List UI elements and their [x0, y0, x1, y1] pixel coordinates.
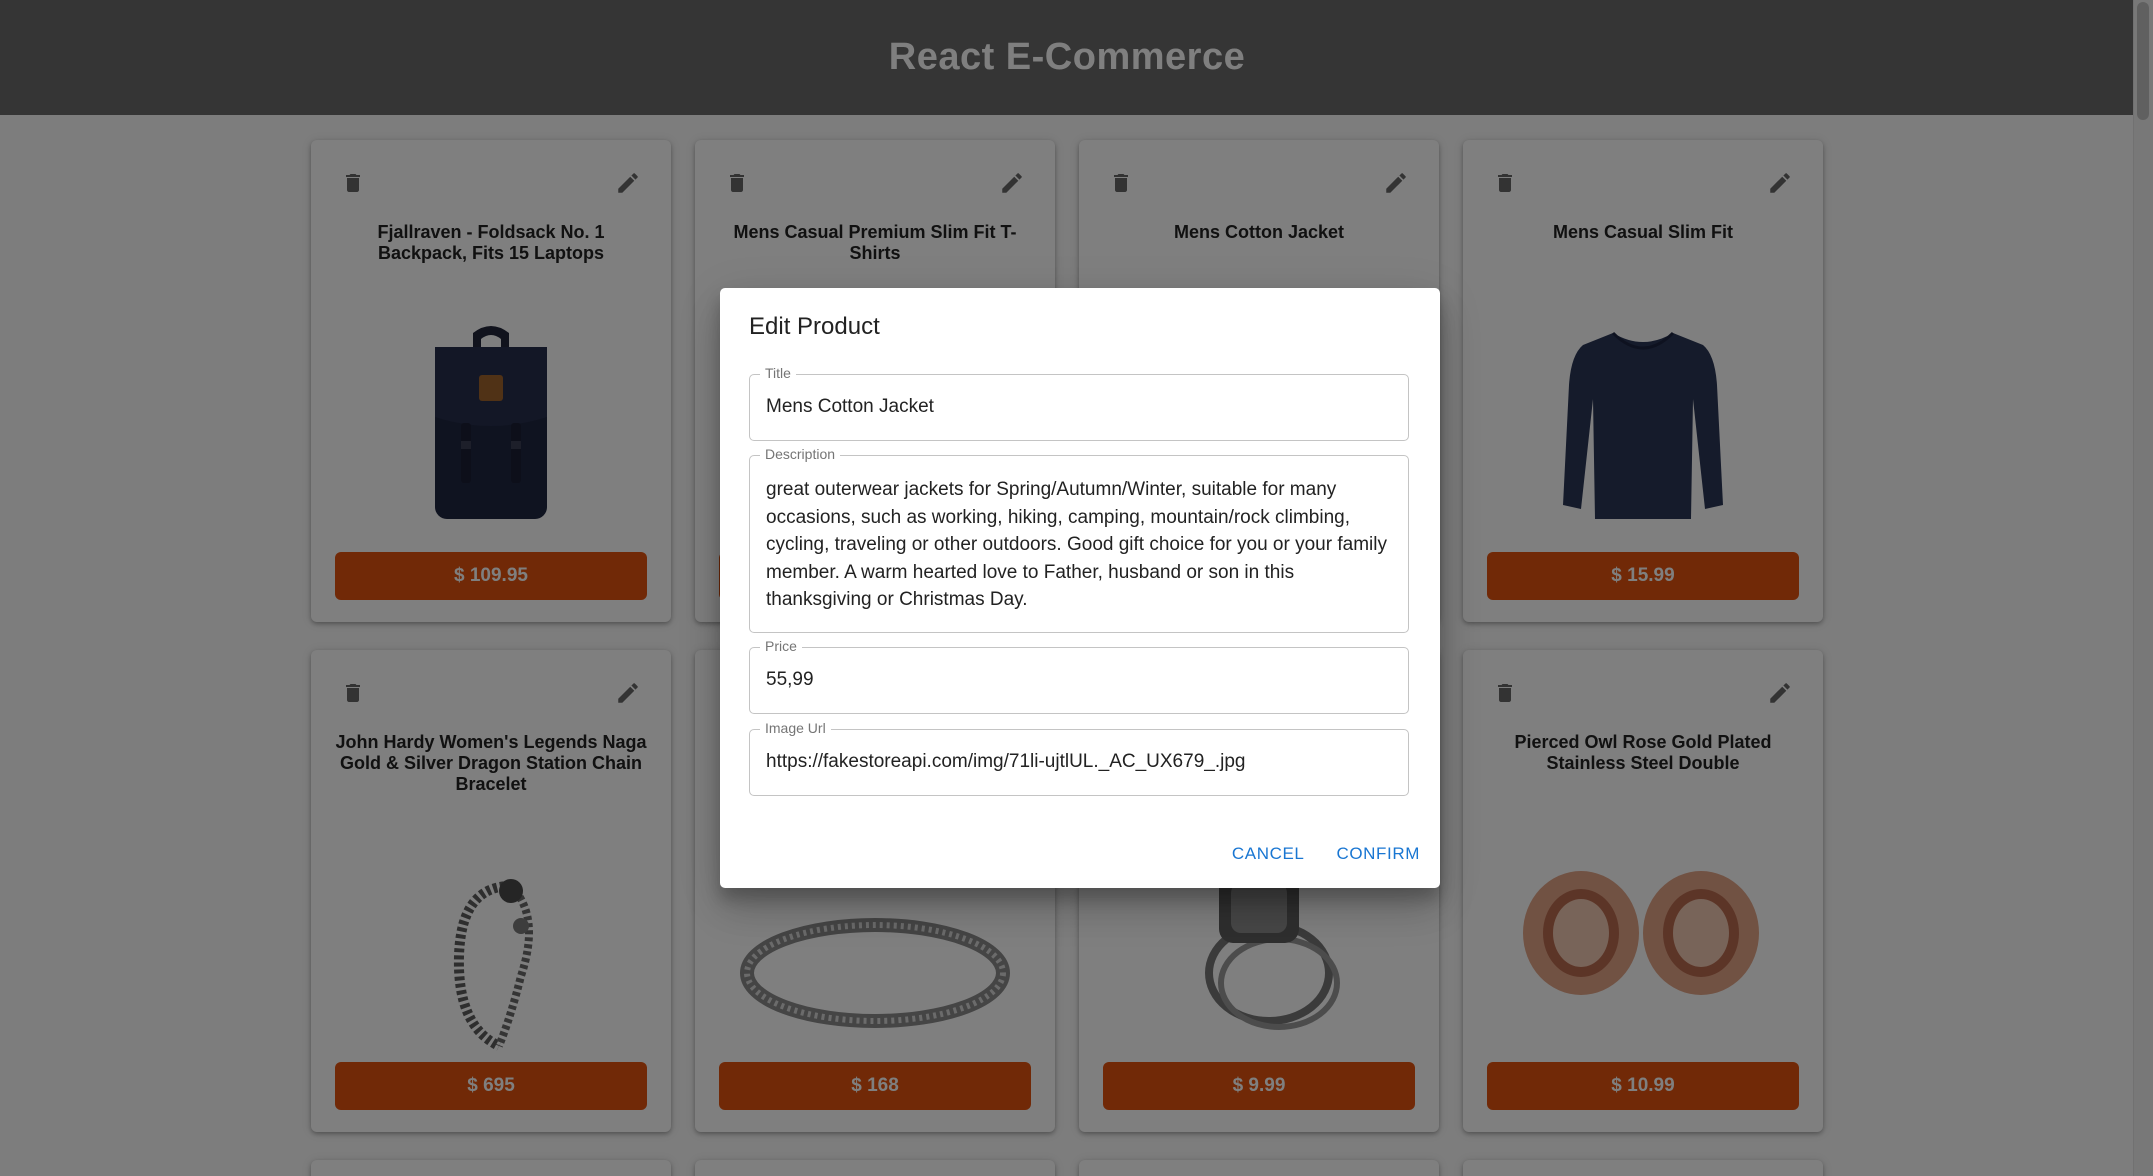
description-field-value[interactable]: great outerwear jackets for Spring/Autum… [766, 476, 1392, 614]
dialog-title: Edit Product [749, 313, 880, 340]
title-field[interactable]: Title Mens Cotton Jacket [749, 365, 1409, 441]
edit-product-dialog: Edit Product Title Mens Cotton Jacket De… [720, 288, 1440, 888]
description-field-label: Description [760, 446, 841, 462]
title-field-value[interactable]: Mens Cotton Jacket [766, 393, 1392, 421]
price-field-value[interactable]: 55,99 [766, 666, 1392, 694]
title-field-label: Title [760, 365, 796, 381]
confirm-button[interactable]: CONFIRM [1334, 838, 1422, 870]
description-field[interactable]: Description great outerwear jackets for … [749, 446, 1409, 633]
cancel-button[interactable]: CANCEL [1230, 838, 1307, 870]
price-field-label: Price [760, 638, 802, 654]
image-url-field[interactable]: Image Url https://fakestoreapi.com/img/7… [749, 720, 1409, 796]
price-field[interactable]: Price 55,99 [749, 638, 1409, 714]
image-url-field-value[interactable]: https://fakestoreapi.com/img/71li-ujtlUL… [766, 748, 1392, 776]
image-url-field-label: Image Url [760, 720, 831, 736]
page: React E-Commerce Fjallraven - Foldsack N… [0, 0, 2153, 1176]
dialog-actions: CANCEL CONFIRM [1230, 838, 1422, 870]
